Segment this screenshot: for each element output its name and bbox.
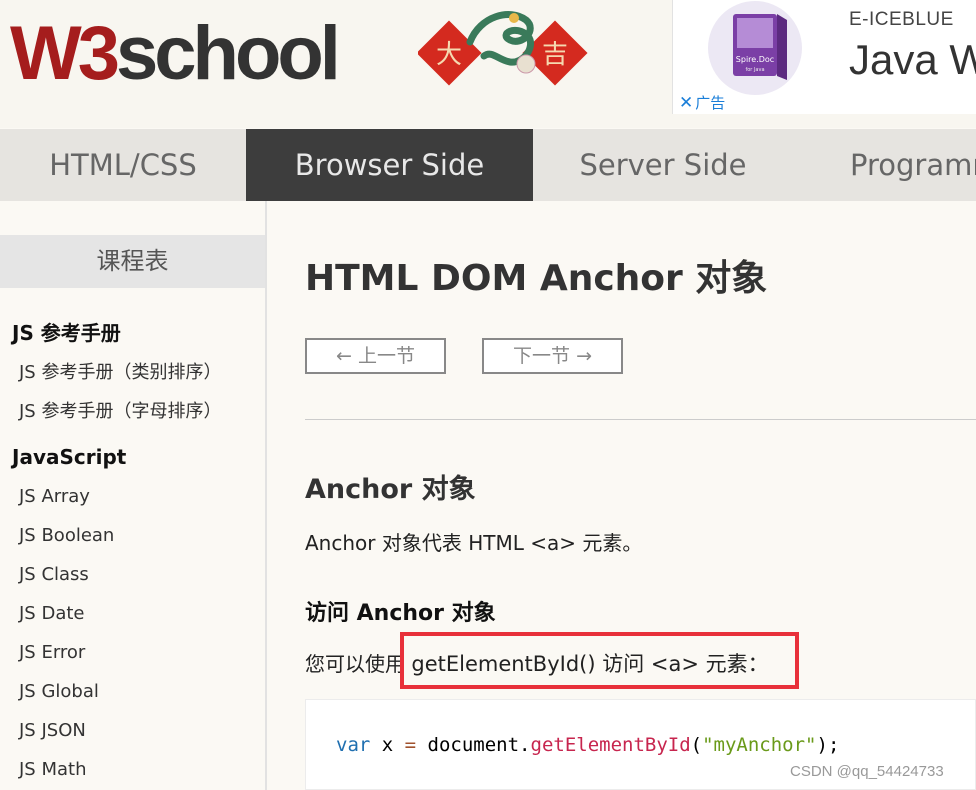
product-box-image: Spire.Doc for Java [708, 1, 802, 95]
nav-tab-browser-side[interactable]: Browser Side [246, 129, 533, 201]
close-icon: ✕ [679, 93, 694, 113]
dragon-head-icon [509, 13, 519, 23]
festival-char-right: 吉 [542, 40, 568, 70]
highlight-annotation-box [400, 632, 799, 689]
sidebar-item-js-class[interactable]: JS Class [19, 564, 89, 585]
ad-banner[interactable]: Spire.Doc for Java E-ICEBLUE Java W ✕ 广告 [672, 0, 976, 114]
code-object: document. [416, 734, 531, 756]
w3school-logo[interactable]: W3school [10, 11, 341, 96]
sidebar-item-js-date[interactable]: JS Date [19, 603, 84, 624]
sidebar-item-js-error[interactable]: JS Error [19, 642, 85, 663]
cloud-icon [516, 54, 536, 74]
main-content: HTML DOM Anchor 对象 ← 上一节 下一节 → Anchor 对象… [269, 201, 976, 790]
code-function: getElementById [530, 734, 691, 756]
ad-brand: E-ICEBLUE [849, 9, 954, 30]
arrow-left-icon: ← [336, 345, 352, 367]
product-sublabel: for Java [745, 67, 764, 73]
code-variable: x [370, 734, 405, 756]
product-label: Spire.Doc [736, 55, 774, 64]
prev-page-button[interactable]: ← 上一节 [305, 338, 446, 374]
sidebar-item-js-global[interactable]: JS Global [19, 681, 99, 702]
access-prefix: 您可以使用 [305, 652, 405, 676]
dragon-festival-banner: 大 吉 [418, 11, 588, 86]
site-header: W3school 大 吉 Spire.Doc for Java E-ICEBLU… [0, 0, 976, 128]
next-page-label: 下一节 [513, 345, 571, 367]
sidebar-title: 课程表 [0, 235, 265, 288]
ad-title: Java W [849, 36, 976, 83]
logo-w3: W3 [10, 11, 120, 96]
access-title: 访问 Anchor 对象 [305, 601, 496, 626]
nav-tab-html-css[interactable]: HTML/CSS [0, 129, 246, 201]
festival-char-left: 大 [436, 40, 462, 70]
sidebar-item-js-json[interactable]: JS JSON [19, 720, 86, 741]
divider [305, 419, 976, 420]
code-open-paren: ( [690, 734, 703, 756]
sidebar-item-js-boolean[interactable]: JS Boolean [19, 525, 114, 546]
watermark: CSDN @qq_54424733 [790, 763, 944, 780]
nav-tab-programming[interactable]: Programm [793, 129, 976, 201]
code-string: "myAnchor" [702, 734, 817, 756]
code-keyword: var [336, 734, 371, 756]
code-operator: = [404, 734, 417, 756]
sidebar-heading-javascript[interactable]: JavaScript [12, 445, 126, 469]
next-page-button[interactable]: 下一节 → [482, 338, 623, 374]
logo-school: school [116, 11, 341, 96]
ad-label: 广告 [695, 94, 726, 112]
sidebar-item-js-math[interactable]: JS Math [19, 759, 86, 780]
ad-close-button[interactable]: ✕ 广告 [679, 92, 725, 113]
sidebar-item-reference-by-category[interactable]: JS 参考手册（类别排序） [19, 358, 221, 384]
section-description: Anchor 对象代表 HTML <a> 元素。 [305, 531, 643, 555]
top-nav: HTML/CSS Browser Side Server Side Progra… [0, 129, 976, 201]
sidebar-item-js-array[interactable]: JS Array [19, 486, 90, 507]
sidebar: 课程表 JS 参考手册 JS 参考手册（类别排序） JS 参考手册（字母排序） … [0, 201, 267, 790]
prev-page-label: 上一节 [357, 345, 415, 367]
code-line: var x = document.getElementById("myAncho… [336, 734, 839, 756]
sidebar-heading-js-reference[interactable]: JS 参考手册 [12, 317, 121, 346]
sidebar-item-reference-alphabetical[interactable]: JS 参考手册（字母排序） [19, 397, 221, 423]
nav-tab-server-side[interactable]: Server Side [533, 129, 793, 201]
section-title: Anchor 对象 [305, 474, 476, 505]
code-close: ); [816, 734, 840, 756]
page-title: HTML DOM Anchor 对象 [305, 258, 768, 299]
arrow-right-icon: → [576, 345, 592, 367]
